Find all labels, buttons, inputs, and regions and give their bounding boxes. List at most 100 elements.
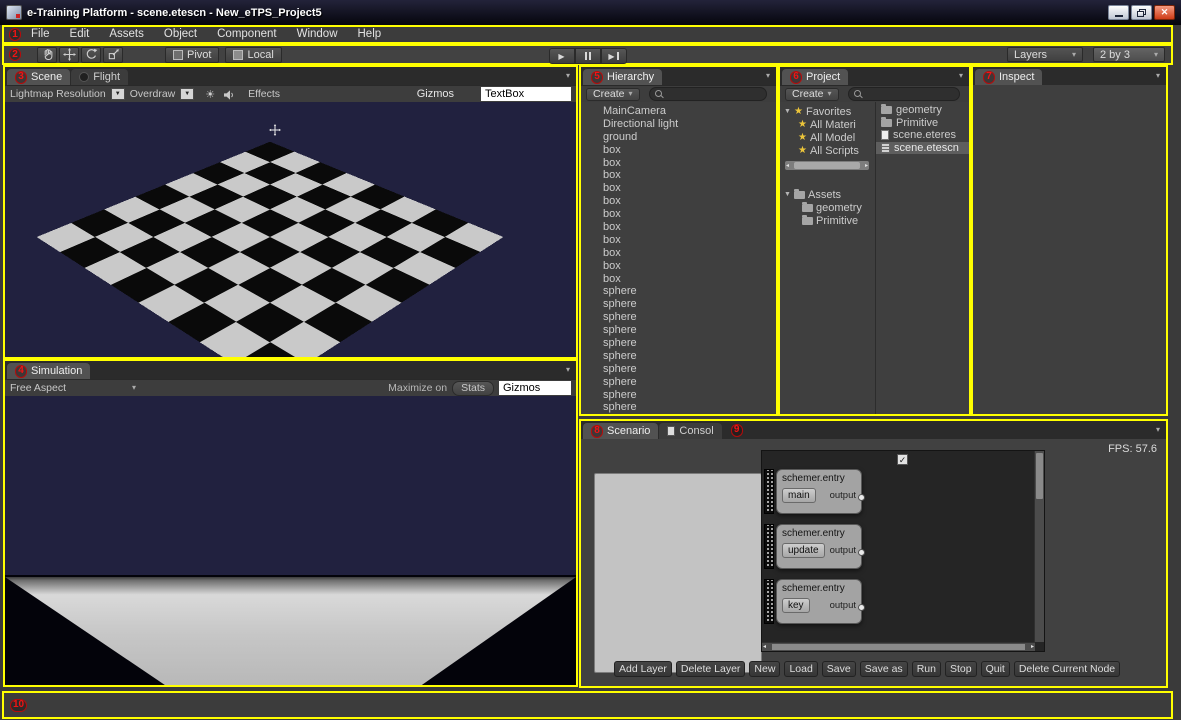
- node-port-button[interactable]: update: [782, 543, 825, 558]
- simulation-gizmos-button[interactable]: Gizmos: [499, 381, 571, 395]
- node-port-button[interactable]: key: [782, 598, 810, 613]
- local-toggle-button[interactable]: Local: [225, 47, 281, 63]
- menu-item[interactable]: Object: [154, 27, 207, 42]
- layers-dropdown[interactable]: Layers ▾: [1007, 47, 1083, 62]
- tab-scene[interactable]: 3 Scene: [7, 69, 70, 85]
- tab-simulation[interactable]: 4 Simulation: [7, 363, 90, 379]
- step-button[interactable]: ▶: [601, 48, 627, 64]
- scroll-right-icon[interactable]: ▸: [865, 163, 868, 169]
- hierarchy-item[interactable]: sphere: [581, 363, 776, 376]
- output-connector-dot[interactable]: [858, 604, 865, 611]
- lightmap-dropdown[interactable]: ▼: [111, 88, 125, 100]
- scenario-button[interactable]: Run: [912, 661, 941, 677]
- layer-list-box[interactable]: [594, 473, 762, 673]
- tree-item-all-scripts[interactable]: ★ All Scripts: [780, 144, 875, 157]
- tab-scenario[interactable]: 8 Scenario: [583, 423, 658, 439]
- panel-menu-caret[interactable]: ▾: [566, 72, 570, 80]
- project-search-input[interactable]: [848, 87, 960, 101]
- tab-project[interactable]: 6 Project: [782, 69, 848, 85]
- graph-checkbox[interactable]: ✓: [897, 454, 908, 465]
- file-item-scene-eteres[interactable]: scene.eteres: [876, 129, 969, 142]
- hierarchy-item[interactable]: sphere: [581, 298, 776, 311]
- graph-node[interactable]: schemer.entry update output: [764, 524, 862, 569]
- scrollbar-thumb[interactable]: [1036, 453, 1043, 499]
- menu-item[interactable]: Assets: [99, 27, 154, 42]
- node-graph[interactable]: ✓ schemer.entry main output: [761, 450, 1045, 652]
- node-drag-handle[interactable]: [764, 524, 774, 569]
- overdraw-dropdown[interactable]: ▼: [180, 88, 194, 100]
- hierarchy-item[interactable]: MainCamera: [581, 105, 776, 118]
- hierarchy-item[interactable]: sphere: [581, 337, 776, 350]
- scenario-button[interactable]: Add Layer: [614, 661, 672, 677]
- scenario-button[interactable]: Quit: [981, 661, 1010, 677]
- project-create-button[interactable]: Create ▾: [785, 88, 839, 101]
- graph-node[interactable]: schemer.entry key output: [764, 579, 862, 624]
- tab-flight[interactable]: Flight: [71, 69, 128, 85]
- hierarchy-item[interactable]: box: [581, 208, 776, 221]
- scenario-button[interactable]: New: [749, 661, 780, 677]
- scrollbar-thumb[interactable]: [772, 644, 1025, 650]
- hierarchy-item[interactable]: sphere: [581, 311, 776, 324]
- tree-item-all-models[interactable]: ★ All Model: [780, 131, 875, 144]
- scenario-button[interactable]: Save: [822, 661, 856, 677]
- file-item-scene-etescn[interactable]: scene.etescn: [876, 142, 969, 155]
- hierarchy-item[interactable]: box: [581, 169, 776, 182]
- scenario-button[interactable]: Delete Layer: [676, 661, 746, 677]
- play-button[interactable]: ▶: [549, 48, 575, 64]
- hierarchy-item[interactable]: sphere: [581, 324, 776, 337]
- hierarchy-item[interactable]: sphere: [581, 376, 776, 389]
- node-drag-handle[interactable]: [764, 579, 774, 624]
- hierarchy-item[interactable]: ground: [581, 131, 776, 144]
- tree-item-geometry[interactable]: geometry: [780, 201, 875, 214]
- file-item-geometry[interactable]: geometry: [876, 104, 969, 117]
- close-button[interactable]: ✕: [1154, 5, 1175, 20]
- scenario-button[interactable]: Stop: [945, 661, 977, 677]
- hierarchy-item[interactable]: box: [581, 260, 776, 273]
- output-connector-dot[interactable]: [858, 494, 865, 501]
- scroll-left-icon[interactable]: ◂: [786, 163, 789, 169]
- menu-item[interactable]: Component: [207, 27, 286, 42]
- scenario-button[interactable]: Save as: [860, 661, 908, 677]
- hierarchy-item[interactable]: sphere: [581, 401, 776, 414]
- expander-icon[interactable]: ▼: [784, 108, 791, 115]
- tree-item-assets[interactable]: ▼ Assets: [780, 188, 875, 201]
- panel-menu-caret[interactable]: ▾: [1156, 426, 1160, 434]
- move-tool-button[interactable]: [59, 47, 79, 63]
- scenario-button[interactable]: Delete Current Node: [1014, 661, 1120, 677]
- tree-item-primitive[interactable]: Primitive: [780, 214, 875, 227]
- graph-horizontal-scrollbar[interactable]: ◂ ▸: [762, 642, 1035, 651]
- hierarchy-item[interactable]: sphere: [581, 350, 776, 363]
- scale-tool-button[interactable]: [103, 47, 123, 63]
- tab-consol[interactable]: Consol: [659, 423, 721, 439]
- hierarchy-item[interactable]: Directional light: [581, 118, 776, 131]
- restore-button[interactable]: [1131, 5, 1152, 20]
- scenario-button[interactable]: Load: [784, 661, 817, 677]
- hierarchy-item[interactable]: box: [581, 157, 776, 170]
- stats-button[interactable]: Stats: [452, 381, 494, 396]
- scroll-right-icon[interactable]: ▸: [1031, 644, 1034, 650]
- audio-toggle[interactable]: [224, 90, 235, 99]
- hierarchy-item[interactable]: box: [581, 144, 776, 157]
- node-drag-handle[interactable]: [764, 469, 774, 514]
- scene-viewport[interactable]: [5, 102, 576, 357]
- graph-vertical-scrollbar[interactable]: [1034, 451, 1044, 642]
- hierarchy-item[interactable]: sphere: [581, 285, 776, 298]
- effects-button[interactable]: Effects: [248, 88, 280, 100]
- rotate-tool-button[interactable]: [81, 47, 101, 63]
- hierarchy-item[interactable]: sphere: [581, 389, 776, 402]
- lighting-toggle[interactable]: ☀: [205, 88, 215, 101]
- tree-horizontal-scrollbar[interactable]: ◂ ▸: [785, 161, 869, 170]
- panel-menu-caret[interactable]: ▾: [1156, 72, 1160, 80]
- gizmos-button[interactable]: Gizmos: [417, 88, 454, 100]
- maximize-on-play-button[interactable]: Maximize on: [388, 382, 447, 394]
- menu-item[interactable]: Help: [348, 27, 392, 42]
- scroll-left-icon[interactable]: ◂: [763, 644, 766, 650]
- hierarchy-item[interactable]: box: [581, 234, 776, 247]
- expander-icon[interactable]: ▼: [784, 191, 791, 198]
- panel-menu-caret[interactable]: ▾: [959, 72, 963, 80]
- hierarchy-item[interactable]: box: [581, 195, 776, 208]
- hierarchy-item[interactable]: box: [581, 273, 776, 286]
- pan-tool-button[interactable]: [37, 47, 57, 63]
- node-port-button[interactable]: main: [782, 488, 816, 503]
- tree-item-all-materials[interactable]: ★ All Materi: [780, 118, 875, 131]
